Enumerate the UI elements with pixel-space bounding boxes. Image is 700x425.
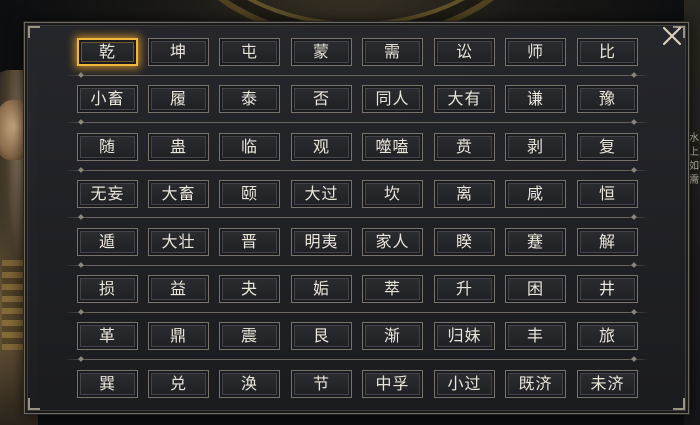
hexagram-button[interactable]: 益 [148, 274, 209, 303]
hexagram-button[interactable]: 晋 [219, 227, 280, 256]
hexagram-button[interactable]: 涣 [219, 369, 280, 398]
side-note-text: 水 上 如 需 [688, 132, 700, 188]
hexagram-button[interactable]: 睽 [434, 227, 495, 256]
side-note-char: 如 [689, 161, 699, 172]
row-divider [65, 264, 650, 266]
row-divider [65, 169, 650, 171]
side-note-char: 水 [689, 133, 699, 144]
hexagram-button[interactable]: 丰 [505, 322, 566, 351]
hexagram-button[interactable]: 鼎 [148, 322, 209, 351]
hexagram-button[interactable]: 家人 [362, 227, 423, 256]
hexagram-button[interactable]: 旅 [577, 322, 638, 351]
hexagram-button[interactable]: 大畜 [148, 180, 209, 209]
hexagram-button[interactable]: 震 [219, 322, 280, 351]
hexagram-button[interactable]: 萃 [362, 274, 423, 303]
hexagram-button[interactable]: 需 [362, 38, 423, 66]
hexagram-button[interactable]: 复 [577, 132, 638, 161]
hexagram-button[interactable]: 临 [219, 132, 280, 161]
hexagram-button[interactable]: 同人 [362, 85, 423, 114]
side-note-char: 需 [689, 175, 699, 186]
hexagram-button[interactable]: 节 [291, 369, 352, 398]
hexagram-button[interactable]: 否 [291, 85, 352, 114]
hexagram-button[interactable]: 大过 [291, 180, 352, 209]
close-x-icon [662, 26, 682, 46]
row-divider [65, 217, 650, 219]
hexagram-button[interactable]: 既济 [505, 369, 566, 398]
hexagram-button[interactable]: 随 [77, 132, 138, 161]
hexagram-button[interactable]: 大有 [434, 85, 495, 114]
hexagram-button[interactable]: 颐 [219, 180, 280, 209]
hexagram-button[interactable]: 蹇 [505, 227, 566, 256]
hexagram-button[interactable]: 巽 [77, 369, 138, 398]
hexagram-button[interactable]: 履 [148, 85, 209, 114]
hexagram-button[interactable]: 小畜 [77, 85, 138, 114]
row-divider [65, 311, 650, 313]
hexagram-button[interactable]: 蛊 [148, 132, 209, 161]
hexagram-button[interactable]: 艮 [291, 322, 352, 351]
panel-corner-ornament [28, 26, 40, 38]
hexagram-button[interactable]: 大壮 [148, 227, 209, 256]
hexagram-button[interactable]: 渐 [362, 322, 423, 351]
hexagram-button[interactable]: 贲 [434, 132, 495, 161]
hexagram-button[interactable]: 剥 [505, 132, 566, 161]
hexagram-button[interactable]: 革 [77, 322, 138, 351]
hexagram-button[interactable]: 比 [577, 38, 638, 66]
hexagram-button[interactable]: 师 [505, 38, 566, 66]
hexagram-button[interactable]: 咸 [505, 180, 566, 209]
hexagram-button[interactable]: 恒 [577, 180, 638, 209]
game-scene: 水 上 如 需 乾 坤 屯 蒙 需 讼 师 比 小畜 履 泰 否 同人 大有 谦… [0, 0, 700, 425]
hexagram-button[interactable]: 坎 [362, 180, 423, 209]
hexagram-button[interactable]: 坤 [148, 38, 209, 66]
hexagram-button[interactable]: 离 [434, 180, 495, 209]
hexagram-button[interactable]: 蒙 [291, 38, 352, 66]
panel-corner-ornament [28, 398, 40, 410]
side-note-char: 上 [689, 147, 699, 158]
hexagram-button[interactable]: 噬嗑 [362, 132, 423, 161]
panel-corner-ornament [673, 398, 685, 410]
hexagram-button[interactable]: 无妄 [77, 180, 138, 209]
hexagram-button[interactable]: 解 [577, 227, 638, 256]
hexagram-button[interactable]: 兑 [148, 369, 209, 398]
hexagram-button[interactable]: 明夷 [291, 227, 352, 256]
hexagram-button[interactable]: 豫 [577, 85, 638, 114]
hexagram-button[interactable]: 夬 [219, 274, 280, 303]
hexagram-button[interactable]: 未济 [577, 369, 638, 398]
hexagram-button[interactable]: 中孚 [362, 369, 423, 398]
hexagram-button[interactable]: 归妹 [434, 322, 495, 351]
close-button[interactable] [660, 24, 684, 48]
hexagram-button[interactable]: 损 [77, 274, 138, 303]
row-divider [65, 122, 650, 124]
hexagram-button[interactable]: 谦 [505, 85, 566, 114]
hexagram-button[interactable]: 泰 [219, 85, 280, 114]
hexagram-button[interactable]: 讼 [434, 38, 495, 66]
hexagram-button[interactable]: 井 [577, 274, 638, 303]
row-divider [65, 359, 650, 361]
hexagram-button[interactable]: 观 [291, 132, 352, 161]
hexagram-button[interactable]: 困 [505, 274, 566, 303]
hexagram-button[interactable]: 屯 [219, 38, 280, 66]
hexagram-button[interactable]: 小过 [434, 369, 495, 398]
hexagram-button[interactable]: 乾 [77, 38, 138, 66]
hexagram-button[interactable]: 遁 [77, 227, 138, 256]
hexagram-button[interactable]: 升 [434, 274, 495, 303]
row-divider [65, 75, 650, 76]
hexagram-button[interactable]: 姤 [291, 274, 352, 303]
